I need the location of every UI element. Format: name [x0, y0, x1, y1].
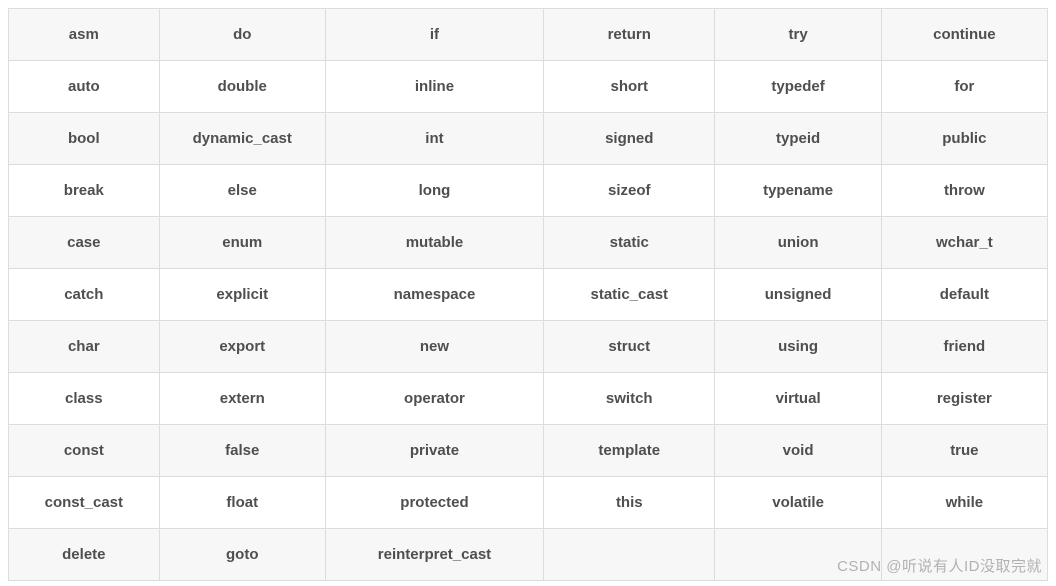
table-cell: private	[325, 425, 543, 477]
table-cell: typeid	[715, 113, 881, 165]
table-cell: for	[881, 61, 1047, 113]
table-cell: extern	[159, 373, 325, 425]
table-row: auto double inline short typedef for	[9, 61, 1048, 113]
table-cell: catch	[9, 269, 160, 321]
table-cell: bool	[9, 113, 160, 165]
table-cell: false	[159, 425, 325, 477]
table-cell: template	[544, 425, 715, 477]
table-cell: const	[9, 425, 160, 477]
table-row: class extern operator switch virtual reg…	[9, 373, 1048, 425]
table-cell: try	[715, 9, 881, 61]
table-cell: asm	[9, 9, 160, 61]
table-row: char export new struct using friend	[9, 321, 1048, 373]
table-cell: struct	[544, 321, 715, 373]
table-cell: while	[881, 477, 1047, 529]
table-cell: default	[881, 269, 1047, 321]
table-cell	[715, 529, 881, 581]
table-cell: operator	[325, 373, 543, 425]
table-cell: union	[715, 217, 881, 269]
table-cell	[544, 529, 715, 581]
table-cell: unsigned	[715, 269, 881, 321]
table-cell: using	[715, 321, 881, 373]
table-cell: do	[159, 9, 325, 61]
table-cell: int	[325, 113, 543, 165]
table-cell: static_cast	[544, 269, 715, 321]
table-cell: delete	[9, 529, 160, 581]
table-cell: enum	[159, 217, 325, 269]
table-cell: long	[325, 165, 543, 217]
keywords-table: asm do if return try continue auto doubl…	[8, 8, 1048, 581]
table-cell: const_cast	[9, 477, 160, 529]
table-row: catch explicit namespace static_cast uns…	[9, 269, 1048, 321]
table-cell: public	[881, 113, 1047, 165]
table-row: break else long sizeof typename throw	[9, 165, 1048, 217]
table-cell: typedef	[715, 61, 881, 113]
table-row: const false private template void true	[9, 425, 1048, 477]
table-cell: break	[9, 165, 160, 217]
table-row: bool dynamic_cast int signed typeid publ…	[9, 113, 1048, 165]
table-cell: case	[9, 217, 160, 269]
table-cell: protected	[325, 477, 543, 529]
table-row: const_cast float protected this volatile…	[9, 477, 1048, 529]
table-cell: wchar_t	[881, 217, 1047, 269]
table-cell: class	[9, 373, 160, 425]
table-cell: virtual	[715, 373, 881, 425]
table-cell: throw	[881, 165, 1047, 217]
table-cell: mutable	[325, 217, 543, 269]
table-cell: signed	[544, 113, 715, 165]
table-cell: continue	[881, 9, 1047, 61]
table-cell: true	[881, 425, 1047, 477]
table-cell: register	[881, 373, 1047, 425]
table-cell: export	[159, 321, 325, 373]
table-cell: auto	[9, 61, 160, 113]
table-cell	[881, 529, 1047, 581]
table-cell: volatile	[715, 477, 881, 529]
table-cell: reinterpret_cast	[325, 529, 543, 581]
table-row: asm do if return try continue	[9, 9, 1048, 61]
table-row: delete goto reinterpret_cast	[9, 529, 1048, 581]
table-cell: if	[325, 9, 543, 61]
table-cell: inline	[325, 61, 543, 113]
keywords-table-body: asm do if return try continue auto doubl…	[9, 9, 1048, 581]
table-cell: explicit	[159, 269, 325, 321]
table-cell: double	[159, 61, 325, 113]
table-cell: static	[544, 217, 715, 269]
table-row: case enum mutable static union wchar_t	[9, 217, 1048, 269]
table-cell: goto	[159, 529, 325, 581]
table-cell: char	[9, 321, 160, 373]
table-cell: friend	[881, 321, 1047, 373]
table-cell: dynamic_cast	[159, 113, 325, 165]
table-cell: else	[159, 165, 325, 217]
table-cell: this	[544, 477, 715, 529]
table-cell: void	[715, 425, 881, 477]
table-cell: sizeof	[544, 165, 715, 217]
table-cell: float	[159, 477, 325, 529]
table-cell: switch	[544, 373, 715, 425]
table-cell: new	[325, 321, 543, 373]
table-cell: return	[544, 9, 715, 61]
table-cell: namespace	[325, 269, 543, 321]
table-cell: short	[544, 61, 715, 113]
table-cell: typename	[715, 165, 881, 217]
